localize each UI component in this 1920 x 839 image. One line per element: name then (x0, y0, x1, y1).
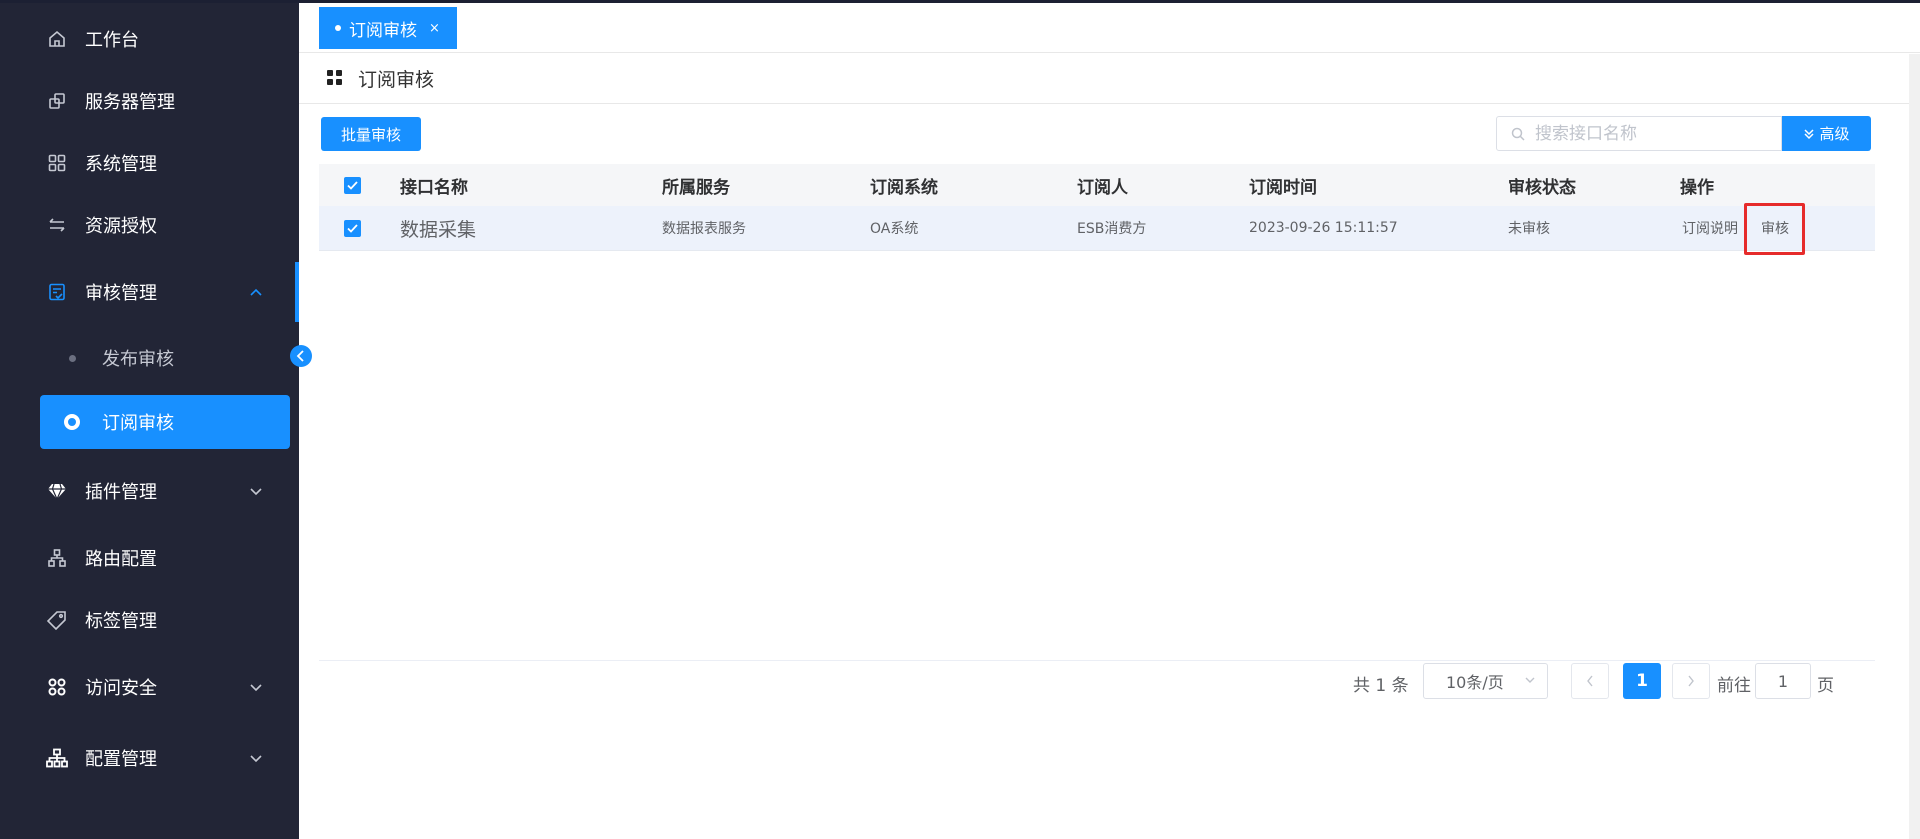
subscriber-cell: ESB消费方 (1077, 221, 1147, 237)
check-icon (347, 223, 358, 233)
tab-label: 订阅审核 (349, 20, 417, 41)
sidebar-item-label: 工作台 (85, 30, 139, 51)
active-dot-icon (335, 25, 341, 31)
sidebar-item-label: 资源授权 (85, 216, 157, 237)
sidebar: 工作台 服务器管理 系统管理 资源授权 审核管理 发布审核 订阅审核 插件管理 … (0, 3, 299, 839)
sidebar-item-label: 审核管理 (85, 283, 157, 304)
pagination-divider (319, 660, 1875, 661)
status-cell: 未审核 (1508, 221, 1550, 237)
grid-icon (327, 70, 342, 85)
header-time[interactable]: 订阅时间 (1249, 164, 1317, 206)
time-cell: 2023-09-26 15:11:57 (1249, 220, 1398, 236)
row-checkbox[interactable] (344, 219, 361, 237)
home-icon (46, 28, 68, 50)
pagination-total: 共 1 条 (1353, 676, 1409, 696)
sidebar-item-tag[interactable]: 标签管理 (0, 592, 299, 648)
service-cell: 数据报表服务 (662, 221, 746, 237)
sidebar-item-resource-auth[interactable]: 资源授权 (0, 197, 299, 253)
row-select-cell (344, 206, 361, 250)
audit-icon (46, 281, 68, 303)
sidebar-item-label: 配置管理 (85, 749, 157, 770)
goto-page-input[interactable] (1755, 663, 1811, 699)
header-actions: 操作 (1680, 177, 1714, 198)
pagination: 共 1 条 10条/页 1 前往 页 (0, 663, 1920, 700)
search-input[interactable] (1535, 117, 1775, 150)
select-all-checkbox[interactable] (344, 176, 361, 194)
header-interface-name[interactable]: 接口名称 (400, 164, 468, 206)
select-all-cell (344, 164, 361, 206)
subscription-table: 接口名称 所属服务 订阅系统 订阅人 订阅时间 审核状态 操作 数据采集 数据报… (319, 164, 1875, 251)
advanced-search-button[interactable]: 高级 (1782, 116, 1871, 151)
sidebar-subitem-subscribe-audit[interactable]: 订阅审核 (40, 395, 290, 449)
close-icon[interactable]: × (429, 21, 440, 36)
system-cell: OA系统 (870, 221, 919, 237)
sidebar-item-workbench[interactable]: 工作台 (0, 11, 299, 67)
header-status[interactable]: 审核状态 (1508, 164, 1576, 206)
chevron-down-icon (250, 488, 262, 496)
next-page-button[interactable] (1672, 663, 1710, 699)
header-system[interactable]: 订阅系统 (870, 164, 938, 206)
chevron-up-icon (250, 288, 262, 296)
interface-name-link[interactable]: 数据采集 (400, 206, 476, 250)
search-box (1496, 116, 1782, 151)
header-service[interactable]: 所属服务 (662, 164, 730, 206)
sidebar-subitem-publish-audit[interactable]: 发布审核 (0, 331, 299, 385)
chevron-left-icon (296, 350, 304, 362)
grid-icon (46, 152, 68, 174)
search-icon (1511, 127, 1525, 141)
double-chevron-down-icon (1804, 128, 1815, 139)
vertical-scrollbar[interactable] (1909, 54, 1920, 839)
server-icon (46, 90, 68, 112)
table-header: 接口名称 所属服务 订阅系统 订阅人 订阅时间 审核状态 操作 (319, 164, 1875, 206)
sidebar-item-label: 系统管理 (85, 154, 157, 175)
page-title: 订阅审核 (358, 69, 435, 91)
tag-icon (46, 609, 68, 631)
chevron-down-icon (1525, 677, 1535, 683)
page-size-value: 10条/页 (1446, 673, 1504, 692)
tab-subscribe-audit[interactable]: 订阅审核 × (319, 7, 457, 49)
arrows-icon (46, 214, 68, 236)
sidebar-item-plugin[interactable]: 插件管理 (0, 463, 299, 519)
chevron-right-icon (1688, 675, 1694, 687)
audit-link[interactable]: 审核 (1761, 206, 1789, 250)
sidebar-item-label: 路由配置 (85, 549, 157, 570)
sidebar-item-server[interactable]: 服务器管理 (0, 73, 299, 129)
batch-audit-button[interactable]: 批量审核 (321, 117, 421, 151)
table-row: 数据采集 数据报表服务 OA系统 ESB消费方 2023-09-26 15:11… (319, 206, 1875, 251)
radio-ring-icon (64, 414, 80, 430)
subscription-note-link[interactable]: 订阅说明 (1682, 206, 1738, 250)
sidebar-item-config[interactable]: 配置管理 (0, 730, 299, 786)
sidebar-item-label: 服务器管理 (85, 92, 175, 113)
org-icon (46, 747, 68, 769)
diamond-icon (46, 480, 68, 502)
chevron-down-icon (250, 755, 262, 763)
page-size-select[interactable]: 10条/页 (1423, 663, 1548, 699)
page-suffix: 页 (1817, 676, 1834, 696)
sidebar-subitem-label: 订阅审核 (102, 413, 174, 434)
chevron-left-icon (1587, 675, 1593, 687)
tabs-bar: 订阅审核 × (299, 3, 1920, 53)
sidebar-item-label: 插件管理 (85, 482, 157, 503)
sidebar-subitem-label: 发布审核 (102, 349, 174, 370)
sidebar-active-indicator (295, 262, 299, 322)
prev-page-button[interactable] (1571, 663, 1609, 699)
sidebar-item-label: 标签管理 (85, 611, 157, 632)
bullet-icon (69, 355, 76, 362)
sidebar-item-audit[interactable]: 审核管理 (0, 264, 299, 320)
page-header: 订阅审核 (299, 54, 1920, 104)
sidebar-item-route[interactable]: 路由配置 (0, 530, 299, 586)
sidebar-item-system[interactable]: 系统管理 (0, 135, 299, 191)
check-icon (347, 180, 358, 190)
advanced-label: 高级 (1819, 125, 1850, 143)
page-number-1[interactable]: 1 (1623, 663, 1661, 699)
header-subscriber[interactable]: 订阅人 (1077, 164, 1128, 206)
sidebar-collapse-button[interactable] (290, 345, 312, 367)
goto-label: 前往 (1717, 676, 1751, 696)
sitemap-icon (46, 547, 68, 569)
